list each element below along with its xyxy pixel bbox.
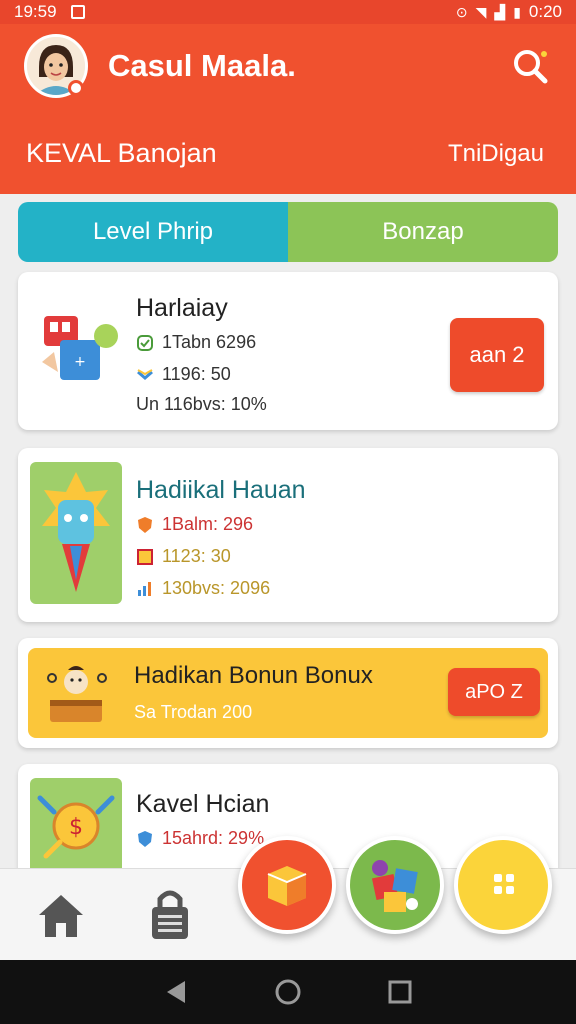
bonus-subtitle: Sa Trodan 200: [134, 702, 253, 722]
chevron-icon: [137, 368, 153, 380]
flag-icon: [137, 548, 153, 565]
bonus-title: Hadikan Bonun Bonux: [134, 662, 373, 689]
stat-row: 1Tabn 6296: [136, 332, 256, 353]
home-icon: [39, 895, 83, 937]
tab-bonus[interactable]: Bonzap: [288, 202, 558, 262]
svg-text:+: +: [74, 354, 86, 370]
lock-icon: [152, 890, 188, 939]
coin-illustration: $: [30, 778, 122, 882]
list-card[interactable]: Hadiikal Hauan 1Balm: 296 1123: 30 130bv…: [18, 448, 558, 622]
box-icon: [267, 866, 307, 906]
card-action-button[interactable]: aan 2: [450, 318, 544, 392]
wifi-icon: ◥: [475, 3, 487, 20]
back-icon[interactable]: [161, 977, 191, 1007]
battery-icon: ▮: [513, 3, 521, 20]
alarm-icon: ⊙: [455, 3, 468, 20]
stat-row: 1123: 30: [136, 546, 231, 567]
header-left-label: KEVAL Banojan: [26, 138, 217, 168]
status-bar: 19:59 ⊙ ◥ ▟ ▮ 0:20: [0, 0, 576, 24]
online-badge: [68, 80, 84, 96]
fighter-illustration: +: [36, 302, 126, 392]
card-title: Kavel Hcian: [136, 790, 270, 818]
stat-row: 1196: 50: [136, 364, 231, 385]
check-icon: [137, 334, 153, 351]
shield-icon: [138, 830, 152, 847]
app-title: Casul Maala.: [108, 48, 296, 83]
stat-row: 130bvs: 2096: [136, 578, 270, 599]
recents-icon[interactable]: [385, 977, 415, 1007]
search-button[interactable]: [508, 44, 552, 88]
gift-icon: [371, 860, 418, 912]
fab-gift-button[interactable]: [346, 836, 444, 934]
bonus-card[interactable]: Hadikan Bonun Bonux Sa Trodan 200 aPO Z: [18, 638, 558, 748]
fab-menu-button[interactable]: [454, 836, 552, 934]
fab-box-button[interactable]: [238, 836, 336, 934]
stat-row: 1Balm: 296: [136, 514, 253, 535]
list-card[interactable]: + Harlaiay 1Tabn 6296 1196: 50 Un 116bvs…: [18, 272, 558, 430]
notification-icon: [70, 5, 85, 19]
stat-row: Un 116bvs: 10%: [136, 394, 267, 414]
app-header: Casul Maala. KEVAL Banojan TniDigau: [0, 24, 576, 194]
chart-icon: [138, 581, 151, 596]
grid-icon: [494, 874, 514, 894]
card-title: Harlaiay: [136, 294, 228, 322]
signal-icon: ▟: [494, 3, 506, 20]
status-time: 19:59: [14, 2, 57, 21]
header-right-label[interactable]: TniDigau: [448, 140, 544, 168]
card-title: Hadiikal Hauan: [136, 476, 306, 504]
tab-bar: Level Phrip Bonzap: [18, 202, 558, 262]
nav-home-button[interactable]: [36, 891, 86, 941]
system-nav-bar: [0, 960, 576, 1024]
status-time-right: 0:20: [528, 2, 562, 21]
search-icon: [514, 50, 548, 84]
home-circle-icon[interactable]: [273, 977, 303, 1007]
bonus-claim-button[interactable]: aPO Z: [448, 668, 540, 716]
bonus-illustration: [42, 658, 112, 728]
hero-illustration: [30, 462, 122, 604]
nav-lock-button[interactable]: [148, 887, 192, 941]
bonus-banner: Hadikan Bonun Bonux Sa Trodan 200 aPO Z: [28, 648, 548, 738]
tab-level[interactable]: Level Phrip: [18, 202, 288, 262]
svg-text:$: $: [69, 815, 83, 840]
shield-icon: [138, 516, 152, 533]
